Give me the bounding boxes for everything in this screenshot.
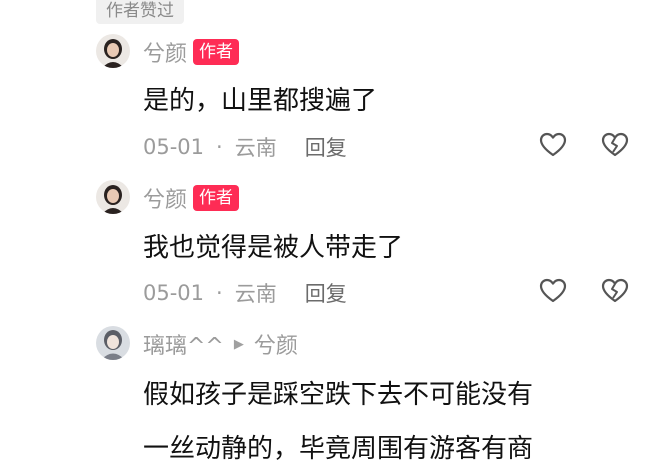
meta-separator: · — [216, 281, 223, 305]
comment-location: 云南 — [234, 136, 277, 160]
username[interactable]: 兮颜 — [143, 182, 187, 214]
avatar[interactable] — [96, 34, 130, 68]
reply-button[interactable]: 回复 — [305, 132, 347, 162]
author-tag: 作者 — [193, 185, 240, 211]
like-icon[interactable] — [539, 278, 567, 304]
author-tag: 作者 — [193, 39, 240, 65]
comment-text: 我也觉得是被人带走了 — [143, 233, 404, 263]
like-icon[interactable] — [539, 132, 567, 158]
avatar[interactable] — [96, 180, 130, 214]
comment-text: 是的，山里都搜遍了 — [143, 86, 378, 116]
reply-to-username[interactable]: 兮颜 — [254, 328, 298, 360]
comment-location: 云南 — [234, 282, 277, 306]
avatar[interactable] — [96, 326, 130, 360]
comment-date: 05-01 — [143, 135, 205, 159]
triangle-right-icon: ▶ — [233, 336, 244, 352]
meta-separator: · — [216, 135, 223, 159]
author-liked-badge: 作者赞过 — [96, 0, 184, 24]
reply-button[interactable]: 回复 — [305, 278, 347, 308]
username[interactable]: 兮颜 — [143, 36, 187, 68]
comment-date: 05-01 — [143, 281, 205, 305]
dislike-icon[interactable] — [601, 278, 629, 304]
comment-meta: 05-01 · 云南 回复 — [143, 132, 347, 162]
comment-text-line: 一丝动静的，毕竟周围有游客有商 — [143, 434, 534, 464]
username[interactable]: 璃璃^^ — [143, 328, 224, 360]
dislike-icon[interactable] — [601, 132, 629, 158]
comment-text-line: 假如孩子是踩空跌下去不可能没有 — [143, 380, 534, 410]
comment-meta: 05-01 · 云南 回复 — [143, 278, 347, 308]
